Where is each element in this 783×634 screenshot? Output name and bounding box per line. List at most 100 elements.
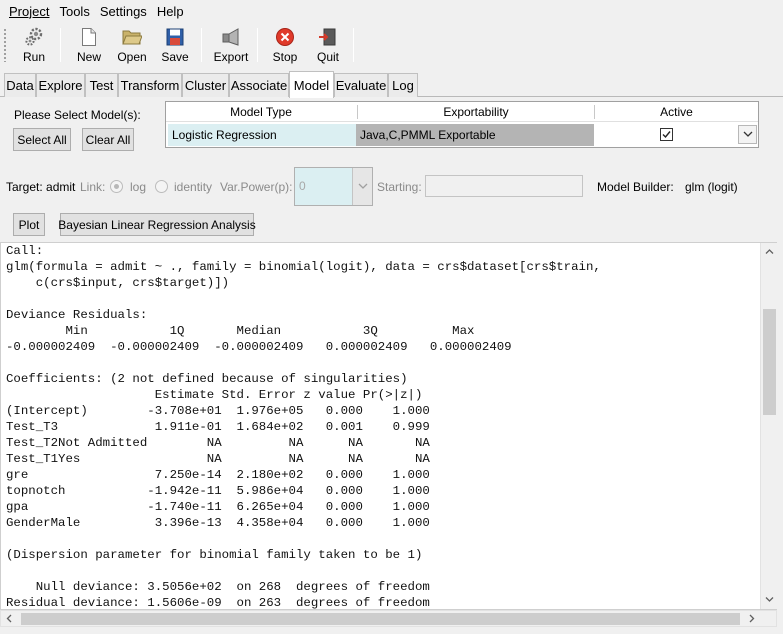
quit-button[interactable]: Quit xyxy=(311,24,345,66)
run-button[interactable]: Run xyxy=(17,24,51,66)
column-exportability[interactable]: Exportability xyxy=(358,102,594,122)
stop-label: Stop xyxy=(272,50,298,64)
tab-bar: Data Explore Test Transform Cluster Asso… xyxy=(0,71,783,98)
select-all-button[interactable]: Select All xyxy=(13,128,71,151)
output-line: c(crs$input, crs$target)]) xyxy=(6,276,230,290)
output-line: Deviance Residuals: xyxy=(6,308,148,322)
scroll-up-arrow-icon[interactable] xyxy=(765,247,774,256)
menu-help[interactable]: Help xyxy=(152,4,189,19)
var-power-label: Var.Power(p): xyxy=(220,180,293,194)
tab-associate[interactable]: Associate xyxy=(229,73,289,97)
link-log-radio[interactable] xyxy=(110,180,123,193)
save-label: Save xyxy=(161,50,189,64)
var-power-combobox[interactable]: 0 xyxy=(294,167,373,206)
quit-label: Quit xyxy=(316,50,339,64)
gears-icon xyxy=(23,26,45,48)
active-checkbox[interactable] xyxy=(660,128,673,141)
tab-explore[interactable]: Explore xyxy=(36,73,85,97)
starting-label: Starting: xyxy=(377,180,422,194)
output-line: Min 1Q Median 3Q Max xyxy=(6,324,475,338)
chevron-down-icon xyxy=(358,183,367,189)
tab-log[interactable]: Log xyxy=(388,73,418,97)
open-button[interactable]: Open xyxy=(115,24,149,66)
toolbar: Run New Open Save Export Stop Quit xyxy=(0,22,783,68)
horizontal-scrollbar[interactable] xyxy=(0,610,777,627)
output-line: GenderMale 3.396e-13 4.358e+04 0.000 1.0… xyxy=(6,516,430,530)
model-panel: Please Select Model(s): Select All Clear… xyxy=(0,97,783,634)
tab-cluster[interactable]: Cluster xyxy=(182,73,229,97)
model-output-textview[interactable]: Call: glm(formula = admit ~ ., family = b… xyxy=(0,242,777,610)
tab-evaluate[interactable]: Evaluate xyxy=(334,73,388,97)
column-model-type[interactable]: Model Type xyxy=(166,102,356,122)
output-line: Estimate Std. Error z value Pr(>|z|) xyxy=(6,388,423,402)
new-label: New xyxy=(76,50,101,64)
var-power-dropdown-button[interactable] xyxy=(352,168,372,205)
menu-tools[interactable]: Tools xyxy=(54,4,94,19)
model-row[interactable]: Logistic Regression Java,C,PMML Exportab… xyxy=(166,124,758,146)
stop-button[interactable]: Stop xyxy=(268,24,302,66)
chevron-down-icon xyxy=(743,131,752,137)
model-builder-label: Model Builder: xyxy=(597,180,674,194)
tab-model[interactable]: Model xyxy=(289,71,334,98)
menu-project[interactable]: Project xyxy=(4,4,54,19)
output-line: (Dispersion parameter for binomial famil… xyxy=(6,548,423,562)
output-line: glm(formula = admit ~ ., family = binomi… xyxy=(6,260,601,274)
scroll-right-arrow-icon[interactable] xyxy=(747,614,756,623)
folder-icon xyxy=(121,26,143,48)
clear-all-button[interactable]: Clear All xyxy=(82,128,134,151)
bayesian-analysis-button[interactable]: Bayesian Linear Regression Analysis xyxy=(58,213,256,236)
scroll-down-arrow-icon[interactable] xyxy=(765,595,774,604)
toolbar-separator xyxy=(257,28,258,62)
horizontal-scroll-thumb[interactable] xyxy=(21,613,740,625)
vertical-scrollbar[interactable] xyxy=(760,243,777,609)
output-line: (Intercept) -3.708e+01 1.976e+05 0.000 1… xyxy=(6,404,430,418)
row-dropdown-button[interactable] xyxy=(738,125,757,144)
model-type-cell[interactable]: Logistic Regression xyxy=(168,124,356,146)
stop-icon xyxy=(274,26,296,48)
quit-door-icon xyxy=(317,26,339,48)
output-line: topnotch -1.942e-11 5.986e+04 0.000 1.00… xyxy=(6,484,430,498)
link-identity-radio[interactable] xyxy=(155,180,168,193)
tab-data[interactable]: Data xyxy=(4,73,36,97)
toolbar-grip[interactable] xyxy=(3,28,7,62)
save-button[interactable]: Save xyxy=(158,24,192,66)
output-line: -0.000002409 -0.000002409 -0.000002409 0… xyxy=(6,340,512,354)
menu-bar: Project Tools Settings Help xyxy=(0,0,783,22)
scroll-left-arrow-icon[interactable] xyxy=(5,614,14,623)
toolbar-separator xyxy=(353,28,354,62)
vertical-scroll-thumb[interactable] xyxy=(763,309,776,415)
output-line: Residual deviance: 1.5606e-09 on 263 deg… xyxy=(6,596,430,610)
output-line: Test_T3 1.911e-01 1.684e+02 0.001 0.999 xyxy=(6,420,430,434)
model-output-text: Call: glm(formula = admit ~ ., family = b… xyxy=(6,243,601,610)
menu-settings[interactable]: Settings xyxy=(95,4,152,19)
exportability-cell: Java,C,PMML Exportable xyxy=(356,124,594,146)
output-line: Test_T2Not Admitted NA NA NA NA xyxy=(6,436,430,450)
floppy-disk-icon xyxy=(164,26,186,48)
toolbar-separator xyxy=(201,28,202,62)
column-active[interactable]: Active xyxy=(595,102,758,122)
starting-input[interactable] xyxy=(425,175,583,197)
model-table-header: Model Type Exportability Active xyxy=(166,102,758,122)
open-label: Open xyxy=(117,50,147,64)
output-line: Coefficients: (2 not defined because of … xyxy=(6,372,408,386)
plot-button[interactable]: Plot xyxy=(13,213,45,236)
export-label: Export xyxy=(213,50,249,64)
active-cell xyxy=(594,124,758,146)
new-button[interactable]: New xyxy=(72,24,106,66)
output-line: Test_T1Yes NA NA NA NA xyxy=(6,452,430,466)
tab-test[interactable]: Test xyxy=(85,73,118,97)
export-icon xyxy=(220,26,242,48)
toolbar-separator xyxy=(60,28,61,62)
new-file-icon xyxy=(78,26,100,48)
target-label: Target: admit xyxy=(6,180,76,194)
export-button[interactable]: Export xyxy=(212,24,250,66)
output-line: gpa -1.740e-11 6.265e+04 0.000 1.000 xyxy=(6,500,430,514)
link-label: Link: xyxy=(80,180,106,194)
model-table: Model Type Exportability Active Logistic… xyxy=(165,101,759,148)
output-line: Call: xyxy=(6,244,44,258)
tab-transform[interactable]: Transform xyxy=(118,73,182,97)
